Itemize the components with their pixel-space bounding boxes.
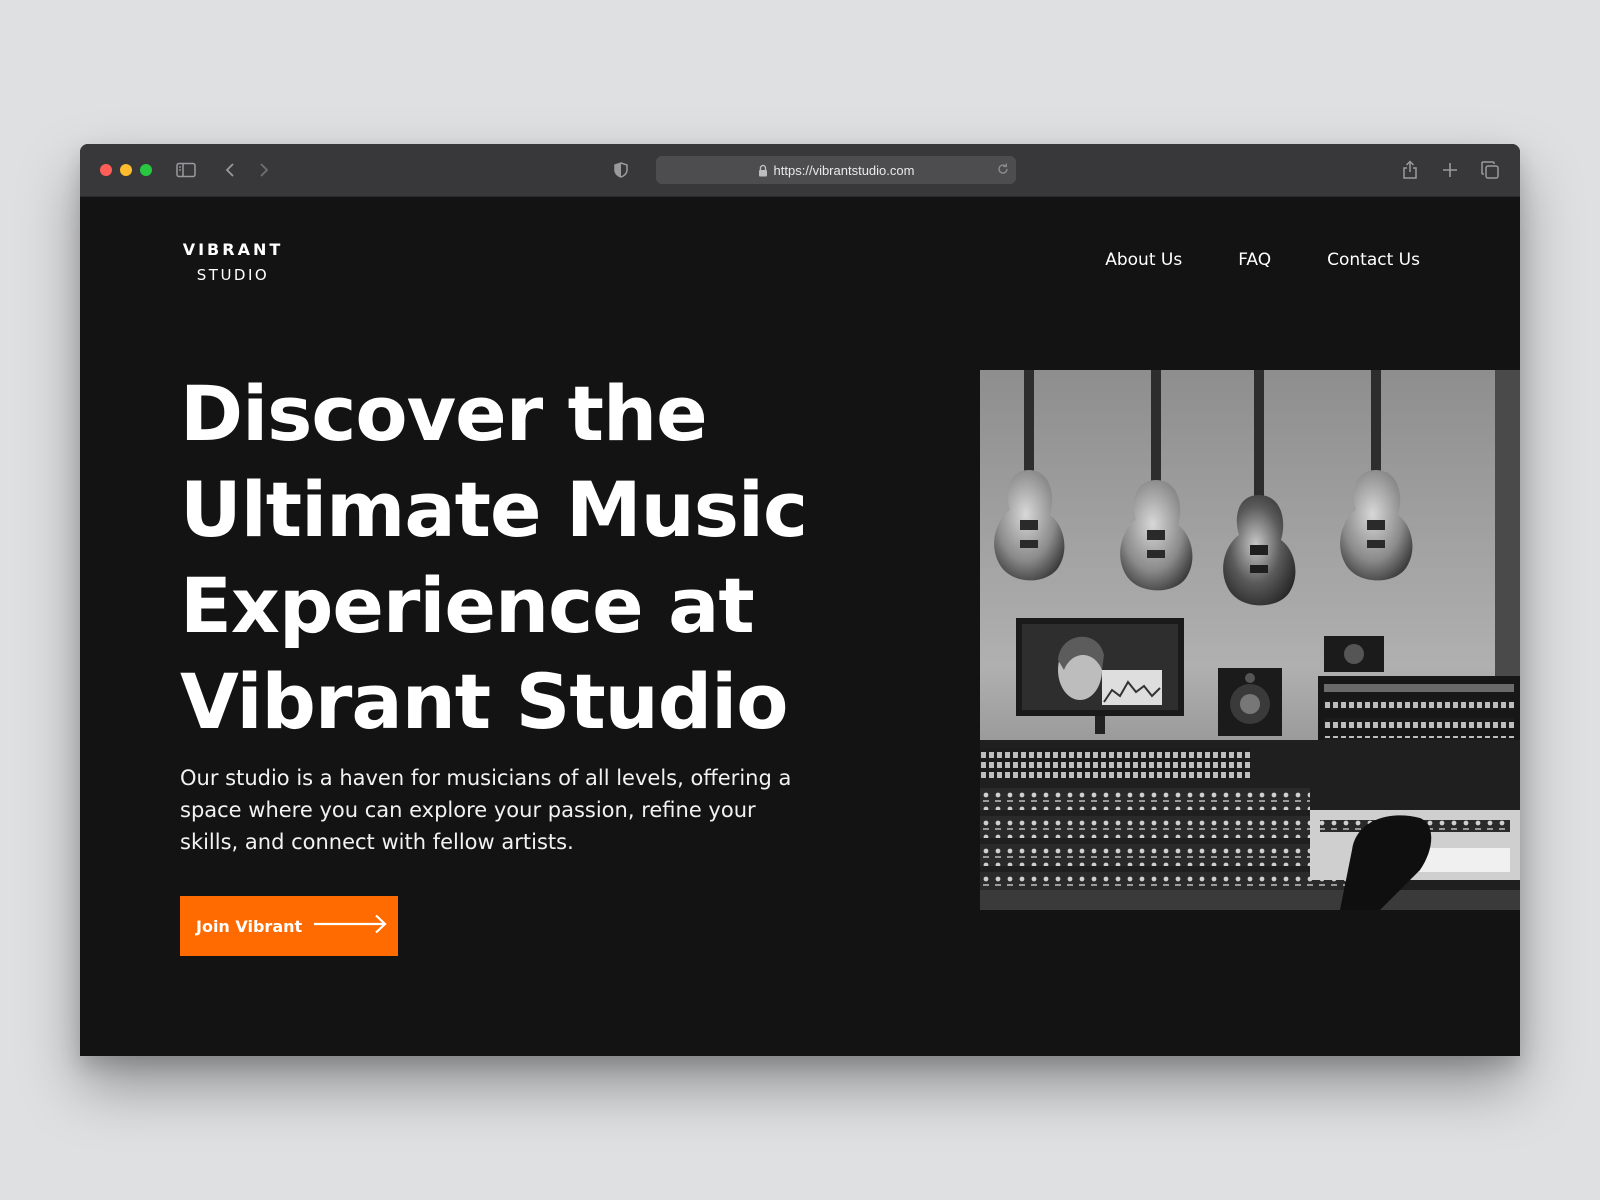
share-icon[interactable] [1398, 158, 1422, 182]
browser-toolbar: https://vibrantstudio.com [80, 144, 1520, 197]
site-logo[interactable]: VIBRANT STUDIO [180, 240, 286, 284]
arrow-right-icon [314, 914, 388, 938]
forward-icon[interactable] [252, 158, 276, 182]
main-nav: About Us FAQ Contact Us [1105, 250, 1420, 270]
nav-faq[interactable]: FAQ [1238, 250, 1271, 270]
join-vibrant-button[interactable]: Join Vibrant [180, 896, 398, 956]
logo-subtitle: STUDIO [196, 266, 270, 284]
sidebar-icon[interactable] [174, 158, 198, 182]
shield-icon[interactable] [609, 158, 633, 182]
back-icon[interactable] [218, 158, 242, 182]
logo-wordmark: VIBRANT [182, 240, 284, 259]
landing-page: VIBRANT STUDIO About Us FAQ Contact Us D… [80, 196, 1520, 1056]
hero-subtext: Our studio is a haven for musicians of a… [180, 766, 792, 854]
tabs-overview-icon[interactable] [1478, 158, 1502, 182]
studio-photo [980, 370, 1520, 910]
address-bar[interactable]: https://vibrantstudio.com [656, 156, 1016, 184]
lock-icon [758, 164, 768, 177]
hero-headline: Discover the Ultimate Music Experience a… [180, 369, 808, 746]
zoom-window-button[interactable] [140, 164, 152, 176]
window-controls [100, 164, 152, 176]
browser-window: https://vibrantstudio.com VIBRANT STUDIO… [80, 144, 1520, 1056]
cta-label: Join Vibrant [196, 916, 303, 936]
url-text: https://vibrantstudio.com [773, 162, 915, 178]
reload-icon[interactable] [996, 162, 1010, 176]
nav-contact-us[interactable]: Contact Us [1327, 250, 1420, 270]
close-window-button[interactable] [100, 164, 112, 176]
new-tab-icon[interactable] [1438, 158, 1462, 182]
minimize-window-button[interactable] [120, 164, 132, 176]
nav-about-us[interactable]: About Us [1105, 250, 1182, 270]
